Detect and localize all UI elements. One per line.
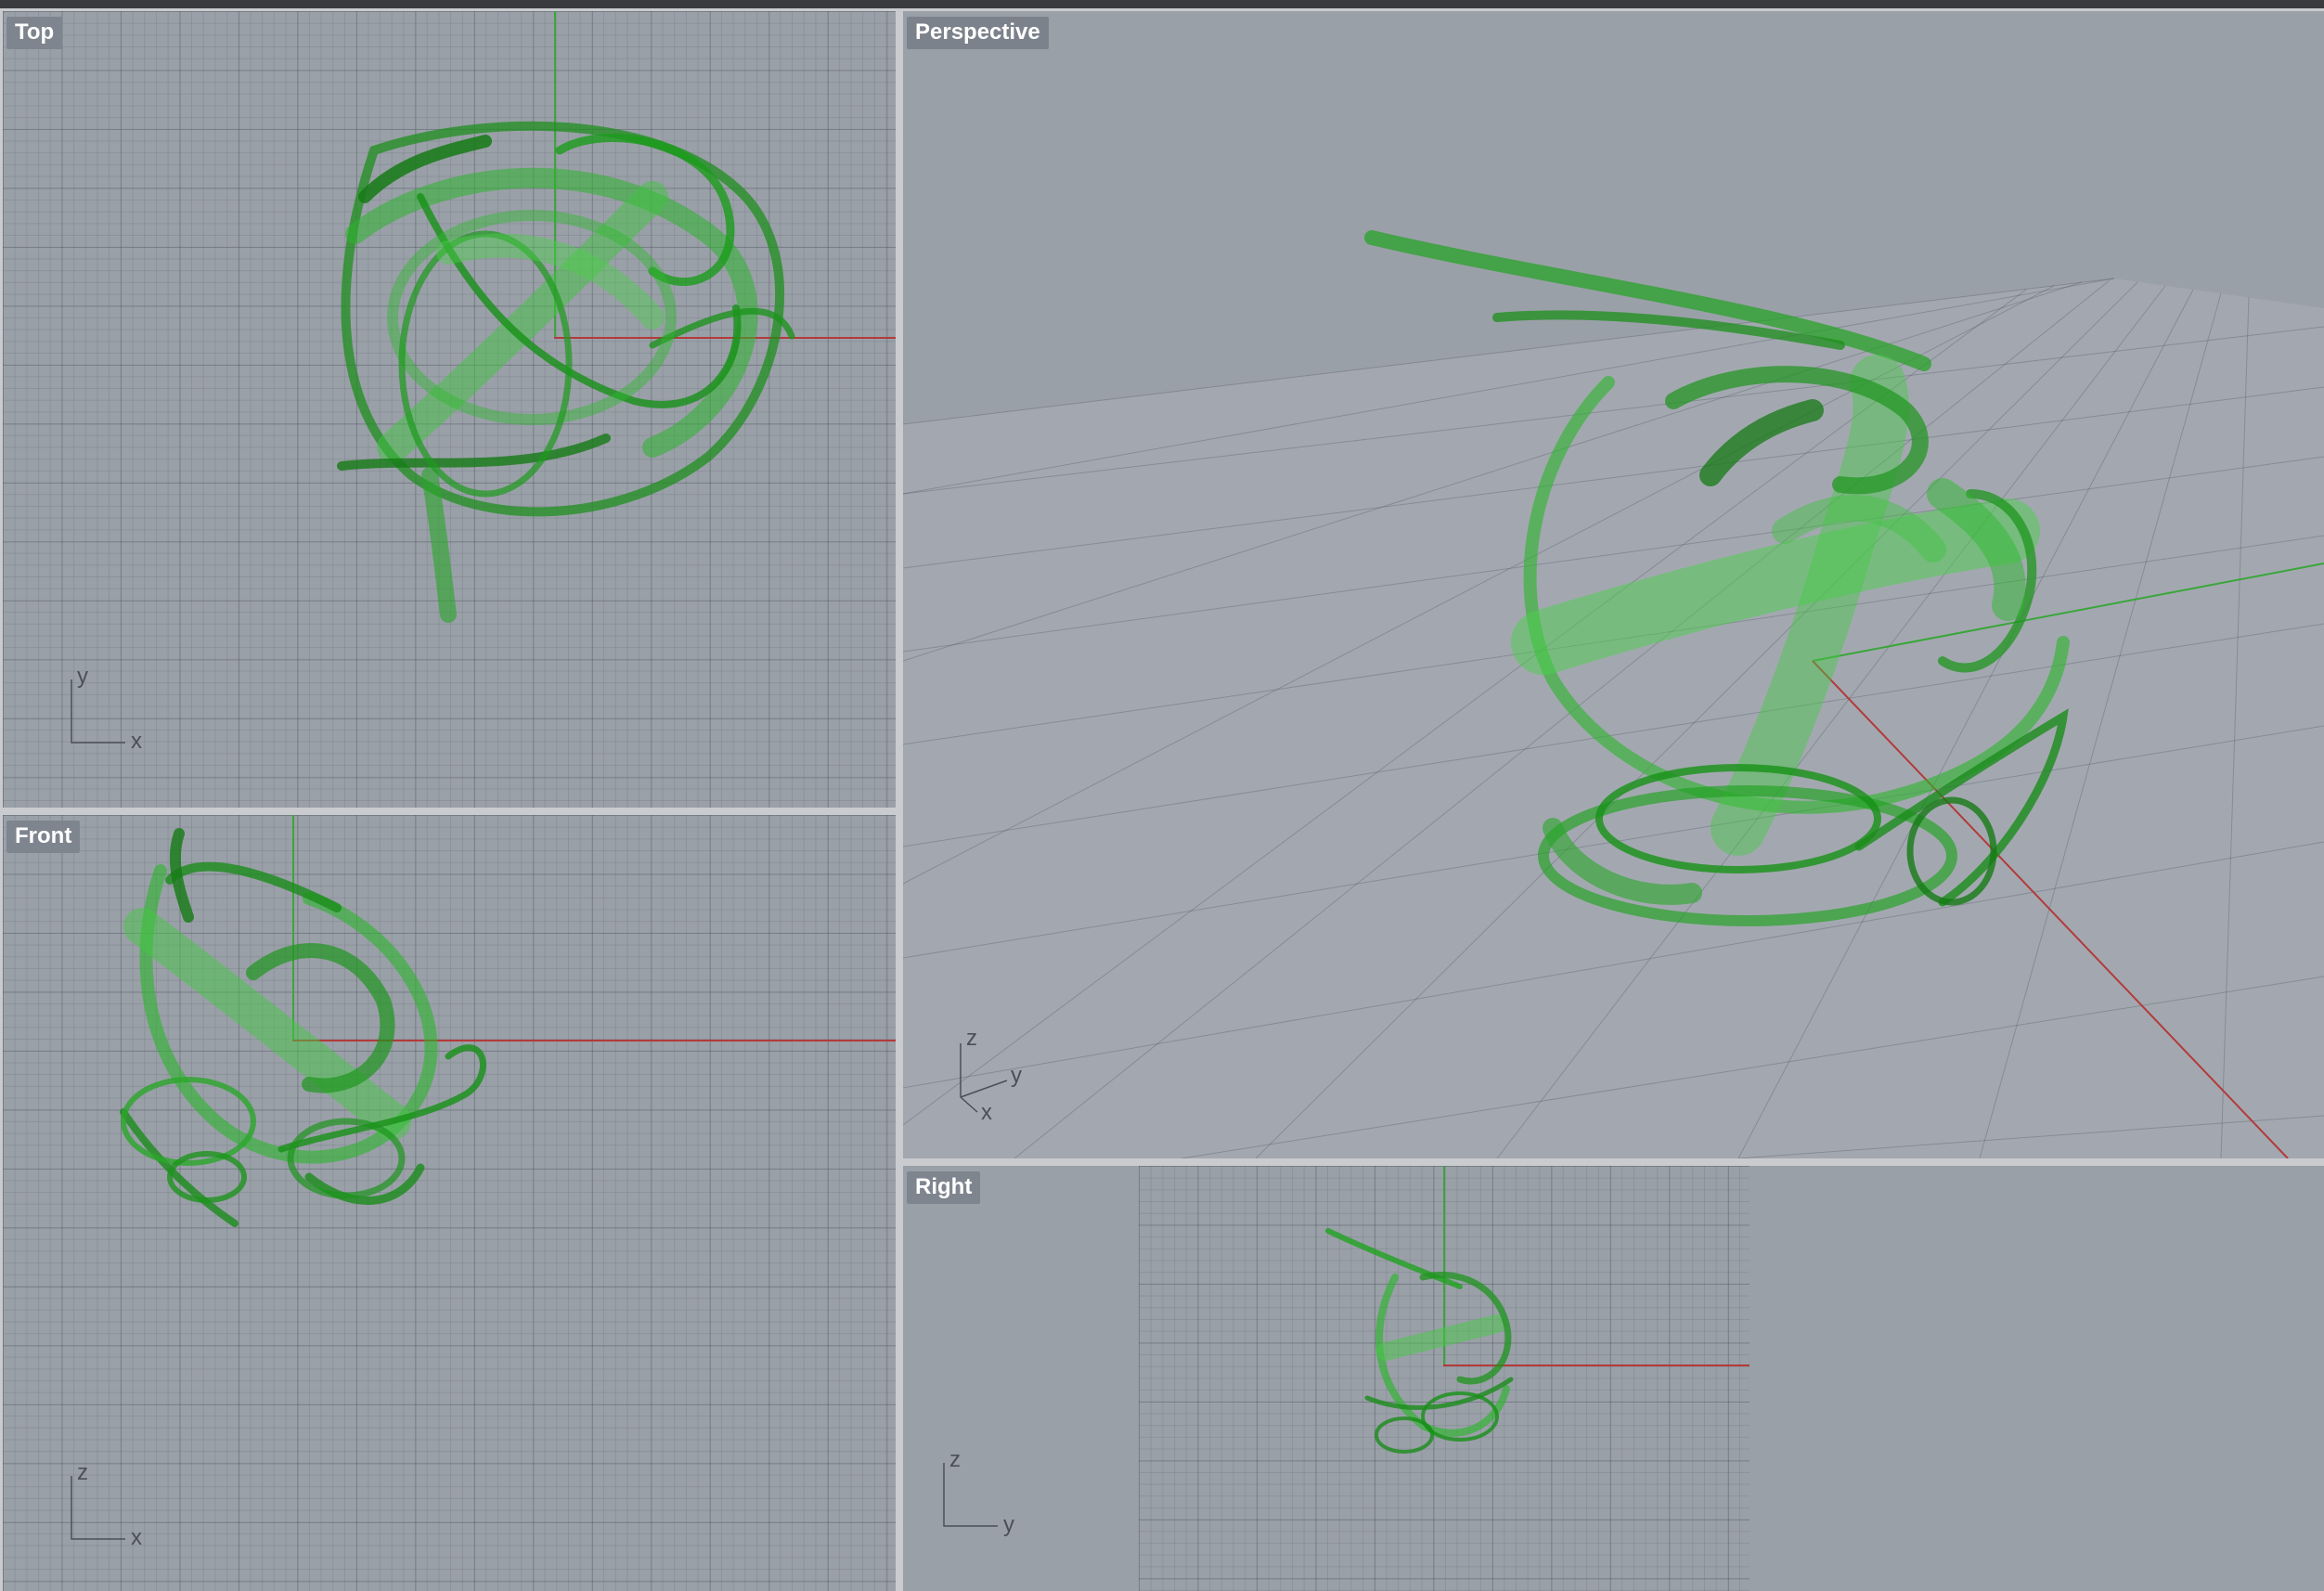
gizmo-label-y: y <box>1003 1512 1014 1537</box>
viewport-front[interactable]: Front z x <box>3 815 896 1591</box>
gizmo-label-z: z <box>966 1026 977 1051</box>
viewport-right[interactable]: Right z y <box>903 1166 2324 1591</box>
axis-gizmo-front: z x <box>71 1460 142 1550</box>
axis-gizmo-right: z y <box>943 1447 1014 1537</box>
axis-gizmo-perspective: z y x <box>960 1026 1022 1125</box>
viewport-top[interactable]: Top y x <box>3 11 896 808</box>
green-sculpture-right-view[interactable] <box>903 1166 2324 1591</box>
gizmo-label-x: x <box>131 1525 142 1550</box>
gizmo-label-y: y <box>77 664 88 689</box>
viewport-perspective[interactable]: Perspective z y x <box>903 11 2324 1158</box>
axis-gizmo-top: y x <box>71 664 142 754</box>
green-sculpture-perspective-view[interactable] <box>903 11 2324 1158</box>
gizmo-label-z: z <box>949 1447 961 1472</box>
window-top-bar <box>0 0 2324 8</box>
gizmo-label-x: x <box>131 729 142 754</box>
gizmo-label-z: z <box>77 1460 88 1485</box>
gizmo-label-y: y <box>1011 1063 1022 1088</box>
gizmo-label-x: x <box>981 1100 992 1125</box>
